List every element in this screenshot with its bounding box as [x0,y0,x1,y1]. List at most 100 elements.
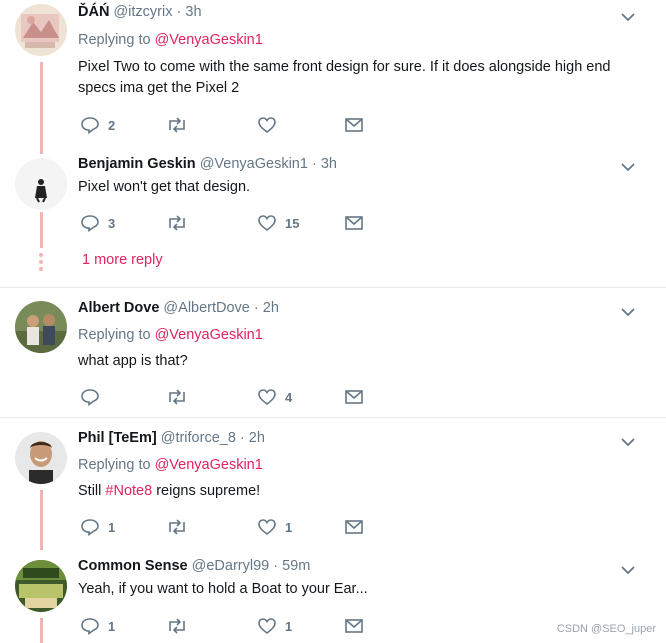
replying-label: Replying to [78,457,151,473]
avatar[interactable] [15,4,67,56]
like-button[interactable]: 1 [257,516,292,538]
like-icon [258,618,276,635]
display-name[interactable]: Common Sense [78,558,188,574]
retweet-icon [169,117,185,133]
mention-link[interactable]: @VenyaGeskin1 [155,327,263,343]
message-button[interactable] [344,212,364,234]
user-handle[interactable]: @triforce_8 [161,430,236,446]
thread-line [40,490,43,550]
tweet-header: Albert Dove @AlbertDove · 2h [78,300,279,316]
tweet-text: Pixel won't get that design. [78,179,251,195]
avatar[interactable] [15,432,67,484]
thread-line [40,212,43,248]
separator: · [176,4,182,20]
message-button[interactable] [344,114,364,136]
timestamp[interactable]: 2h [263,300,279,316]
separator: · [239,430,245,446]
retweet-button[interactable] [166,114,188,136]
thread-more-dots [39,253,44,274]
thread-line [40,62,43,154]
message-button[interactable] [344,615,364,637]
chevron-down-icon[interactable] [620,161,636,173]
reply-count: 3 [108,215,116,231]
like-count: 15 [285,215,300,231]
hashtag-link[interactable]: #Note8 [105,483,152,499]
user-handle[interactable]: @eDarryl99 [192,558,270,574]
separator: · [273,558,279,574]
replying-to: Replying to @VenyaGeskin1 [78,327,263,343]
reply-icon [81,519,99,536]
reply-count: 1 [108,618,116,634]
tweet-text-start: Still [78,483,106,499]
message-icon [345,216,363,230]
tweet-actions: 3 15 [78,212,378,234]
message-button[interactable] [344,516,364,538]
display-name[interactable]: Albert Dove [78,300,159,316]
replying-to: Replying to @VenyaGeskin1 [78,457,263,473]
message-icon [345,118,363,132]
avatar[interactable] [15,560,67,612]
thread-line [40,618,43,643]
avatar[interactable] [15,158,67,210]
tweet-text: Pixel Two to come with the same front de… [78,59,611,96]
like-button[interactable]: 1 [257,615,292,637]
message-icon [345,390,363,404]
separator: · [253,300,259,316]
chevron-down-icon[interactable] [620,11,636,23]
retweet-button[interactable] [166,386,188,408]
like-count: 4 [285,389,293,405]
timestamp[interactable]: 2h [249,430,265,446]
reply-count: 1 [108,519,116,535]
separator: · [311,156,317,172]
replying-to: Replying to @VenyaGeskin1 [78,32,263,48]
user-handle[interactable]: @AlbertDove [163,300,249,316]
like-count: 1 [285,519,293,535]
message-icon [345,619,363,633]
tweet-actions: 2 [78,114,378,136]
retweet-icon [169,519,185,535]
reply-icon [81,389,99,406]
display-name[interactable]: ĎÁŃ [78,4,109,20]
tweet-text: Still #Note8 reigns supreme! [78,481,638,502]
reply-button[interactable]: 2 [80,114,115,136]
timestamp[interactable]: 3h [185,4,201,20]
retweet-button[interactable] [166,212,188,234]
watermark: CSDN @SEO_juper [556,623,656,635]
retweet-button[interactable] [166,615,188,637]
timestamp[interactable]: 59m [282,558,310,574]
like-button[interactable]: 15 [257,212,299,234]
tweet-header: Common Sense @eDarryl99 · 59m [78,558,310,574]
avatar[interactable] [15,301,67,353]
reply-button[interactable] [80,386,108,408]
reply-button[interactable]: 1 [80,615,115,637]
retweet-button[interactable] [166,516,188,538]
more-replies-link[interactable]: 1 more reply [82,252,163,268]
display-name[interactable]: Benjamin Geskin [78,156,196,172]
like-icon [258,215,276,232]
reply-icon [81,215,99,232]
tweet-header: Phil [TeEm] @triforce_8 · 2h [78,430,265,446]
retweet-icon [169,389,185,405]
reply-button[interactable]: 3 [80,212,115,234]
user-handle[interactable]: @VenyaGeskin1 [200,156,308,172]
reply-icon [81,618,99,635]
reply-button[interactable]: 1 [80,516,115,538]
message-button[interactable] [344,386,364,408]
like-button[interactable] [257,114,285,136]
chevron-down-icon[interactable] [620,436,636,448]
mention-link[interactable]: @VenyaGeskin1 [155,457,263,473]
chevron-down-icon[interactable] [620,306,636,318]
tweet-actions: 4 [78,386,378,408]
tweet-actions: 1 1 [78,516,378,538]
tweet-actions: 1 1 [78,615,378,637]
display-name[interactable]: Phil [TeEm] [78,430,157,446]
user-handle[interactable]: @itzcyrix [113,4,172,20]
like-icon [258,519,276,536]
like-icon [258,389,276,406]
like-button[interactable]: 4 [257,386,292,408]
chevron-down-icon[interactable] [620,564,636,576]
retweet-icon [169,215,185,231]
timestamp[interactable]: 3h [321,156,337,172]
like-icon [258,117,276,134]
mention-link[interactable]: @VenyaGeskin1 [155,32,263,48]
